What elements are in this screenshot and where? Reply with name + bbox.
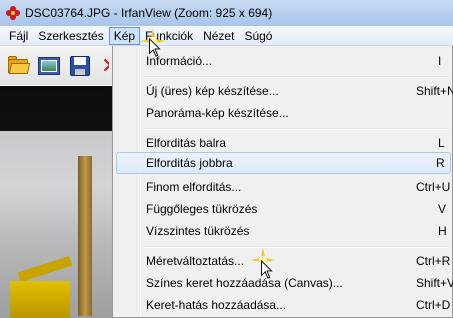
menu-item-vertical-flip[interactable]: Függőleges tükrözés V [116,198,451,220]
menu-item-shortcut: H [438,224,447,238]
menu-item-horizontal-flip[interactable]: Vízszintes tükrözés H [116,220,451,242]
menu-image[interactable]: Kép [108,26,141,45]
menu-item-shortcut: Shift+V [416,276,453,290]
photo-yellow-structure [10,281,70,318]
open-folder-icon[interactable] [6,54,31,78]
menu-item-shortcut: Shift+N [416,84,453,98]
menu-view[interactable]: Nézet [198,27,239,45]
window-title: DSC03764.JPG - IrfanView (Zoom: 925 x 69… [25,6,273,20]
menu-item-shortcut: Ctrl+U [416,180,451,194]
menu-item-label: Panoráma-kép készítése... [146,106,289,120]
menu-item-add-colored-border[interactable]: Színes keret hozzáadása (Canvas)... Shif… [116,272,453,294]
irfanview-app-icon[interactable] [6,6,20,20]
menu-item-shortcut: L [438,136,445,150]
image-viewport[interactable] [0,86,112,318]
menu-help[interactable]: Súgó [239,27,277,45]
mouse-pointer-icon [149,38,161,57]
menu-item-rotate-right[interactable]: Elforditás jobbra R [116,152,451,174]
menu-separator [143,76,449,78]
menu-item-label: Színes keret hozzáadása (Canvas)... [146,276,343,290]
photo-pole [78,156,92,316]
delete-icon[interactable]: ✕ [99,54,109,78]
save-disk-icon[interactable] [68,54,92,78]
menu-separator [143,128,449,130]
menu-item-shortcut: R [436,156,445,170]
menu-bar: Fájl Szerkesztés Kép Funkciók Nézet Súgó [0,26,453,46]
menu-file[interactable]: Fájl [4,27,33,45]
menu-item-label: Finom elforditás... [146,180,242,194]
slideshow-icon[interactable] [37,54,61,78]
title-bar[interactable]: DSC03764.JPG - IrfanView (Zoom: 925 x 69… [0,0,453,26]
menu-item-add-border-effect[interactable]: Keret-hatás hozzáadása... Ctrl+D [116,294,451,316]
menu-item-panorama-image[interactable]: Panoráma-kép készítése... [116,102,451,124]
menu-item-label: Méretváltoztatás... [146,254,245,268]
menu-item-fine-rotation[interactable]: Finom elforditás... Ctrl+U [116,176,451,198]
menu-item-label: Vízszintes tükrözés [146,224,250,238]
menu-item-label: Új (üres) kép készítése... [146,84,279,98]
menu-edit[interactable]: Szerkesztés [33,27,108,45]
menu-item-label: Keret-hatás hozzáadása... [146,298,287,312]
menu-item-shortcut: I [438,54,442,68]
menu-item-new-blank-image[interactable]: Új (üres) kép készítése... Shift+N [116,80,453,102]
image-menu-dropdown: Információ... I Új (üres) kép készítése.… [112,46,453,318]
mouse-pointer-icon [261,260,273,279]
menu-separator [143,246,449,248]
menu-item-label: Elforditás jobbra [146,156,233,170]
toolbar: ✕ [0,47,112,85]
menu-item-label: Függőleges tükrözés [146,202,258,216]
menu-item-shortcut: Ctrl+R [416,254,451,268]
menu-item-rotate-left[interactable]: Elforditás balra L [116,132,451,154]
menu-item-label: Elforditás balra [146,136,227,150]
menu-item-resize[interactable]: Méretváltoztatás... Ctrl+R [116,250,451,272]
menu-item-shortcut: V [438,202,447,216]
menu-item-shortcut: Ctrl+D [416,298,451,312]
